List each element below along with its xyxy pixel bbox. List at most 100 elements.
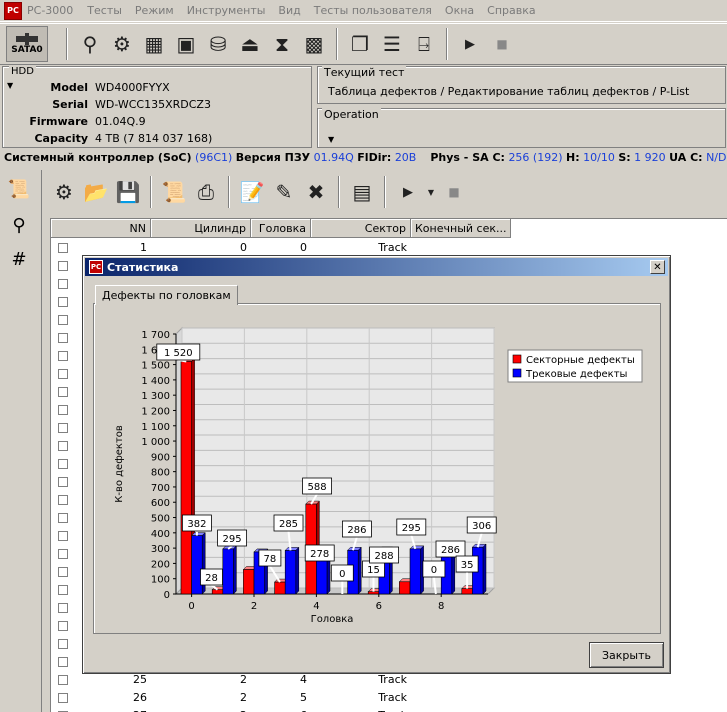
menu-mode[interactable]: Режим [135, 4, 174, 17]
platter-button[interactable]: ⧗ [266, 28, 298, 60]
row-checkbox[interactable] [58, 315, 68, 325]
bar-sector-defects [211, 589, 224, 595]
grid-button[interactable]: ▩ [298, 28, 330, 60]
board-button[interactable]: ▣ [170, 28, 202, 60]
dialog-title-bar[interactable]: PC Статистика ✕ [85, 258, 668, 276]
save-button[interactable]: 💾 [112, 176, 144, 208]
print-button[interactable]: ⎙ [190, 176, 222, 208]
table-row[interactable]: 2726Track [51, 707, 411, 712]
menu-help[interactable]: Справка [487, 4, 535, 17]
delete-entry-button[interactable]: ✖ [300, 176, 332, 208]
hdd-row-serial: Serial WD-WCC135XRDCZ3 [3, 98, 313, 115]
search-button[interactable]: ⚲ [6, 212, 32, 238]
row-checkbox[interactable] [58, 495, 68, 505]
sata-port-button[interactable]: SATA0 [6, 26, 48, 62]
row-checkbox[interactable] [58, 639, 68, 649]
stack-button[interactable]: ☰ [376, 28, 408, 60]
tests-binoculars-button[interactable]: ⚲ [74, 28, 106, 60]
row-checkbox[interactable] [58, 297, 68, 307]
y-axis-label: К-во дефектов [114, 425, 125, 503]
data-label: 306 [472, 521, 491, 532]
hdd-field-value: WD4000FYYX [95, 81, 170, 94]
toolbar-separator [228, 176, 230, 208]
data-label: 15 [367, 565, 380, 576]
exit-button[interactable]: ⍈ [408, 28, 440, 60]
column-header-cylinder[interactable]: Цилиндр [151, 219, 251, 238]
row-checkbox[interactable] [58, 405, 68, 415]
row-checkbox[interactable] [58, 657, 68, 667]
fldir-value: 20B [394, 151, 417, 164]
row-checkbox[interactable] [58, 333, 68, 343]
script-button[interactable]: 📜 [158, 176, 190, 208]
row-checkbox[interactable] [58, 585, 68, 595]
row-checkbox[interactable] [58, 441, 68, 451]
column-header-nn[interactable]: NN [51, 219, 151, 238]
column-header-end-sector[interactable]: Конечный сек... [411, 219, 511, 238]
menu-user-tests[interactable]: Тесты пользователя [314, 4, 432, 17]
table-row[interactable]: 26 2 5 Track [51, 689, 411, 707]
close-button[interactable]: Закрыть [589, 642, 664, 668]
y-tick-label: 1 100 [141, 422, 170, 433]
hdd-row-model: Model WD4000FYYX [3, 81, 313, 98]
sata-label: SATA0 [11, 45, 43, 55]
chevron-down-icon: ▼ [427, 187, 435, 197]
add-entry-button[interactable]: 📝 [236, 176, 268, 208]
stop-button[interactable]: ■ [438, 176, 470, 208]
bar-sector-defects [367, 591, 380, 595]
row-checkbox[interactable] [58, 369, 68, 379]
row-checkbox[interactable] [58, 531, 68, 541]
row-checkbox[interactable] [58, 261, 68, 271]
disk-button[interactable]: ⛁ [202, 28, 234, 60]
menu-windows[interactable]: Окна [445, 4, 474, 17]
run-dropdown-button[interactable]: ▼ [424, 176, 438, 208]
row-checkbox[interactable] [58, 621, 68, 631]
menu-view[interactable]: Вид [278, 4, 300, 17]
scroll-icon: 📜 [7, 178, 31, 200]
y-tick-label: 800 [151, 468, 170, 479]
app-logo-icon: PC [4, 1, 22, 20]
row-checkbox[interactable] [58, 477, 68, 487]
settings-button[interactable]: ⚙ [106, 28, 138, 60]
row-checkbox[interactable] [58, 279, 68, 289]
stop-button[interactable]: ■ [486, 28, 518, 60]
windows-button[interactable]: ❐ [344, 28, 376, 60]
menu-tools[interactable]: Инструменты [187, 4, 266, 17]
script-button[interactable]: 📜 [6, 176, 32, 202]
column-header-head[interactable]: Головка [251, 219, 311, 238]
menu-tests[interactable]: Тесты [87, 4, 122, 17]
board-icon: ▣ [176, 32, 196, 56]
row-checkbox[interactable] [58, 549, 68, 559]
hdd-field-value: 4 TB (7 814 037 168) [95, 132, 213, 145]
config-button[interactable]: ⚙ [48, 176, 80, 208]
defects-chart: 01002003004005006007008009001 0001 1001 … [114, 326, 643, 625]
cell-cylinder: 2 [151, 707, 251, 712]
row-checkbox[interactable] [58, 603, 68, 613]
tab-defects-by-heads[interactable]: Дефекты по головкам [95, 285, 238, 305]
row-checkbox[interactable] [58, 459, 68, 469]
row-checkbox[interactable] [58, 513, 68, 523]
row-checkbox[interactable] [58, 567, 68, 577]
bar-sector-defects [243, 569, 255, 595]
y-tick-label: 1 700 [141, 330, 170, 341]
column-header-sector[interactable]: Сектор [311, 219, 411, 238]
data-label: 28 [205, 573, 218, 584]
calculator-button[interactable]: ▤ [346, 176, 378, 208]
open-button[interactable]: 📂 [80, 176, 112, 208]
dropdown-arrow-icon[interactable]: ▼ [328, 135, 334, 144]
head-button[interactable]: ⏏ [234, 28, 266, 60]
y-tick-label: 200 [151, 559, 170, 570]
row-checkbox[interactable] [58, 423, 68, 433]
edit-entry-button[interactable]: ✎ [268, 176, 300, 208]
row-checkbox[interactable] [58, 351, 68, 361]
close-icon[interactable]: ✕ [650, 260, 665, 274]
run-button[interactable]: ▶ [392, 176, 424, 208]
cell-head: 5 [300, 691, 307, 704]
chip-button[interactable]: ▦ [138, 28, 170, 60]
uac-label: UA C: [669, 151, 703, 164]
hash-button[interactable]: # [6, 246, 32, 272]
y-tick-label: 500 [151, 514, 170, 525]
menu-bar: PC PC-3000 Тесты Режим Инструменты Вид Т… [0, 0, 727, 22]
row-checkbox[interactable] [58, 387, 68, 397]
play-button[interactable]: ▶ [454, 28, 486, 60]
bar-side [482, 543, 487, 595]
